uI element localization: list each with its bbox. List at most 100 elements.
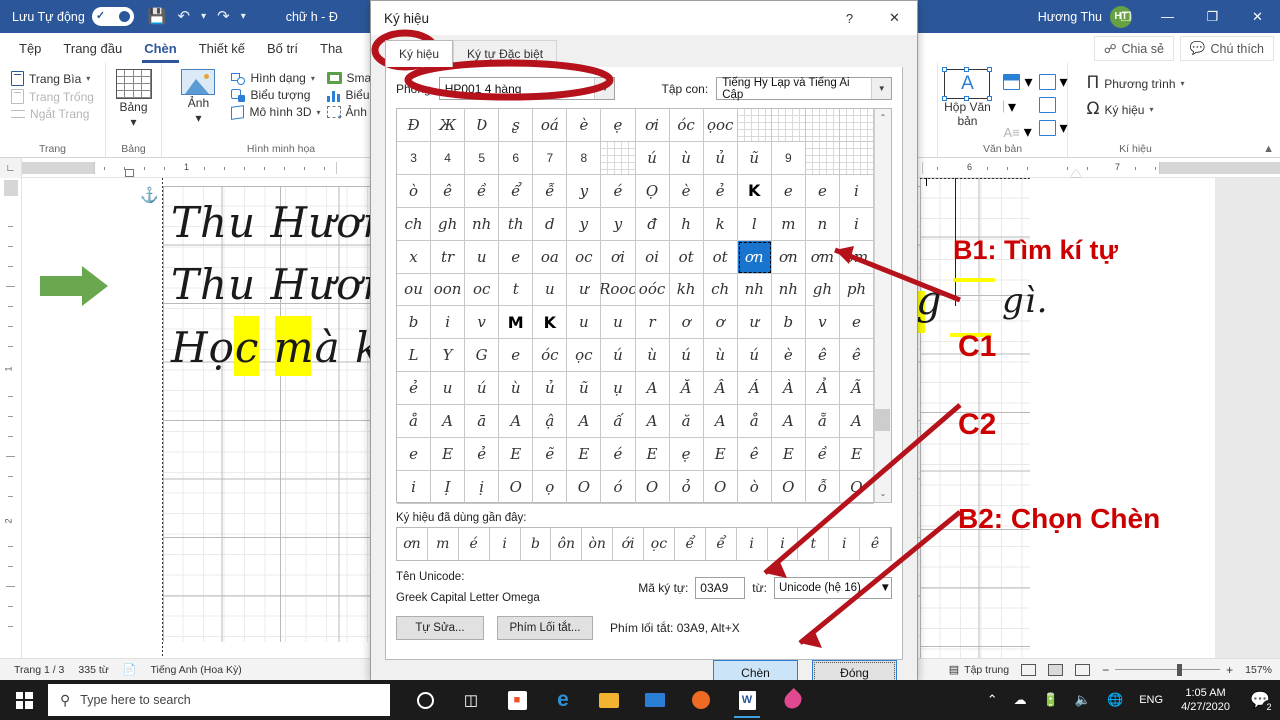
char-cell[interactable]: h: [669, 207, 704, 241]
taskbar-search[interactable]: ⚲ Type here to search: [48, 684, 390, 716]
char-cell[interactable]: [839, 141, 874, 175]
char-cell[interactable]: [805, 141, 840, 175]
char-cell[interactable]: v: [805, 306, 840, 340]
char-cell[interactable]: ò: [737, 470, 772, 504]
cortana-icon[interactable]: [402, 680, 448, 720]
char-cell[interactable]: ch: [703, 273, 738, 307]
char-cell[interactable]: ẽ: [533, 438, 568, 471]
char-cell[interactable]: Ж: [431, 109, 466, 142]
character-grid-container[interactable]: Ð Ж Ʋʂ oá è ẹ ơi óc ọoc 3 4 5 6 7 8 ú ù ủ ũ 9 ò ê ề ể ễ y é Ọè ẻ Ke e i…: [396, 108, 892, 504]
character-grid-scrollbar[interactable]: ⌃ ⌄: [874, 109, 891, 502]
quick-parts-icon[interactable]: [1003, 74, 1021, 90]
recent-symbol-cell[interactable]: ơn: [397, 528, 428, 560]
pictures-button[interactable]: Ảnh ▾: [171, 69, 225, 125]
char-cell[interactable]: [805, 109, 840, 142]
onedrive-icon[interactable]: ☁: [1006, 692, 1035, 708]
char-cell[interactable]: đ: [635, 207, 670, 241]
char-cell[interactable]: 8: [567, 141, 602, 175]
char-cell[interactable]: nh: [737, 273, 772, 307]
battery-icon[interactable]: 🔋: [1035, 692, 1067, 708]
char-cell[interactable]: è: [669, 174, 704, 208]
char-cell[interactable]: ấ: [601, 405, 636, 439]
web-layout-icon[interactable]: [1075, 663, 1091, 676]
shortcut-key-button[interactable]: Phím Lối tắt...: [497, 616, 593, 640]
char-cell[interactable]: è: [771, 339, 806, 373]
zoom-knob[interactable]: [1177, 663, 1183, 676]
char-cell[interactable]: 9: [771, 141, 806, 175]
char-cell[interactable]: [601, 141, 636, 175]
char-cell[interactable]: r: [635, 306, 670, 340]
notification-center-button[interactable]: 💬 2: [1240, 680, 1280, 720]
char-cell[interactable]: i: [839, 207, 874, 241]
recent-symbol-cell[interactable]: ê: [860, 528, 891, 560]
char-cell[interactable]: ề: [465, 174, 500, 208]
char-cell[interactable]: ể: [499, 174, 534, 208]
char-cell[interactable]: t: [499, 273, 534, 307]
symbol-button[interactable]: Ω Ký hiệu ▾: [1086, 101, 1184, 118]
char-cell[interactable]: om: [839, 240, 874, 274]
task-view-icon[interactable]: ◫: [448, 680, 494, 720]
save-icon[interactable]: 💾: [148, 9, 167, 24]
char-cell[interactable]: ā: [465, 405, 500, 439]
char-cell[interactable]: ê: [431, 174, 466, 208]
char-cell[interactable]: ù: [499, 372, 534, 406]
char-cell[interactable]: ậ: [533, 405, 568, 439]
char-cell[interactable]: b: [397, 306, 432, 340]
undo-dropdown-icon[interactable]: ▾: [201, 11, 206, 22]
char-cell[interactable]: O: [567, 470, 602, 504]
char-cell[interactable]: oá: [533, 109, 568, 142]
char-cell[interactable]: x: [397, 240, 432, 274]
proofing-status[interactable]: 📄: [123, 663, 137, 676]
char-cell[interactable]: ủ: [533, 372, 568, 406]
recent-symbol-cell[interactable]: i: [737, 528, 768, 560]
char-cell[interactable]: Â: [703, 372, 738, 406]
char-cell[interactable]: A: [431, 405, 466, 439]
tab-tep[interactable]: Tệp: [8, 37, 52, 60]
char-cell[interactable]: å: [737, 405, 772, 439]
char-cell[interactable]: 7: [533, 141, 568, 175]
paint-3d-icon[interactable]: [770, 680, 816, 720]
char-cell[interactable]: Ă: [669, 372, 704, 406]
tab-thiet-ke[interactable]: Thiết kế: [188, 37, 256, 60]
char-cell[interactable]: óc: [669, 109, 704, 142]
print-layout-icon[interactable]: [1048, 663, 1064, 676]
char-cell[interactable]: e: [839, 306, 874, 340]
recent-symbol-cell[interactable]: t: [798, 528, 830, 560]
network-icon[interactable]: 🌐: [1099, 692, 1131, 708]
autosave-switch[interactable]: ✓: [91, 7, 134, 26]
zoom-track[interactable]: [1115, 663, 1221, 676]
char-cell[interactable]: oa: [533, 240, 568, 274]
char-cell[interactable]: oóc: [635, 273, 670, 307]
char-cell[interactable]: è: [567, 109, 602, 142]
char-cell[interactable]: u: [431, 372, 466, 406]
tab-chen[interactable]: Chèn: [133, 37, 188, 63]
dialog-close-button[interactable]: ✕: [872, 1, 917, 36]
char-cell[interactable]: Á: [737, 372, 772, 406]
char-cell[interactable]: ư: [567, 273, 602, 307]
microsoft-store-icon[interactable]: ■: [494, 680, 540, 720]
char-cell[interactable]: A: [703, 405, 738, 439]
char-cell[interactable]: d: [533, 207, 568, 241]
char-cell[interactable]: [737, 109, 772, 142]
char-cell[interactable]: ơi: [601, 240, 636, 274]
char-cell[interactable]: Ã: [839, 372, 874, 406]
char-cell[interactable]: ọc: [567, 339, 602, 373]
char-cell-selected[interactable]: ơn: [737, 240, 772, 274]
char-cell[interactable]: ò: [397, 174, 432, 208]
char-cell[interactable]: ẻ: [465, 438, 500, 471]
file-explorer-icon[interactable]: [586, 680, 632, 720]
start-button[interactable]: [0, 680, 48, 720]
char-cell[interactable]: u: [533, 273, 568, 307]
char-cell[interactable]: E: [703, 438, 738, 471]
tray-chevron-icon[interactable]: ⌃: [979, 692, 1006, 708]
cover-page-button[interactable]: Trang Bìa ▾: [11, 71, 94, 86]
char-cell[interactable]: ề: [805, 438, 840, 471]
char-cell[interactable]: l: [737, 207, 772, 241]
recent-symbol-cell[interactable]: ể: [706, 528, 737, 560]
char-cell[interactable]: O: [839, 470, 874, 504]
char-cell[interactable]: n: [805, 207, 840, 241]
char-cell[interactable]: ẻ: [703, 174, 738, 208]
char-cell[interactable]: 3: [397, 141, 432, 175]
dialog-tab-ky-hieu[interactable]: Ký hiệu: [385, 40, 454, 67]
char-cell[interactable]: 5: [465, 141, 500, 175]
